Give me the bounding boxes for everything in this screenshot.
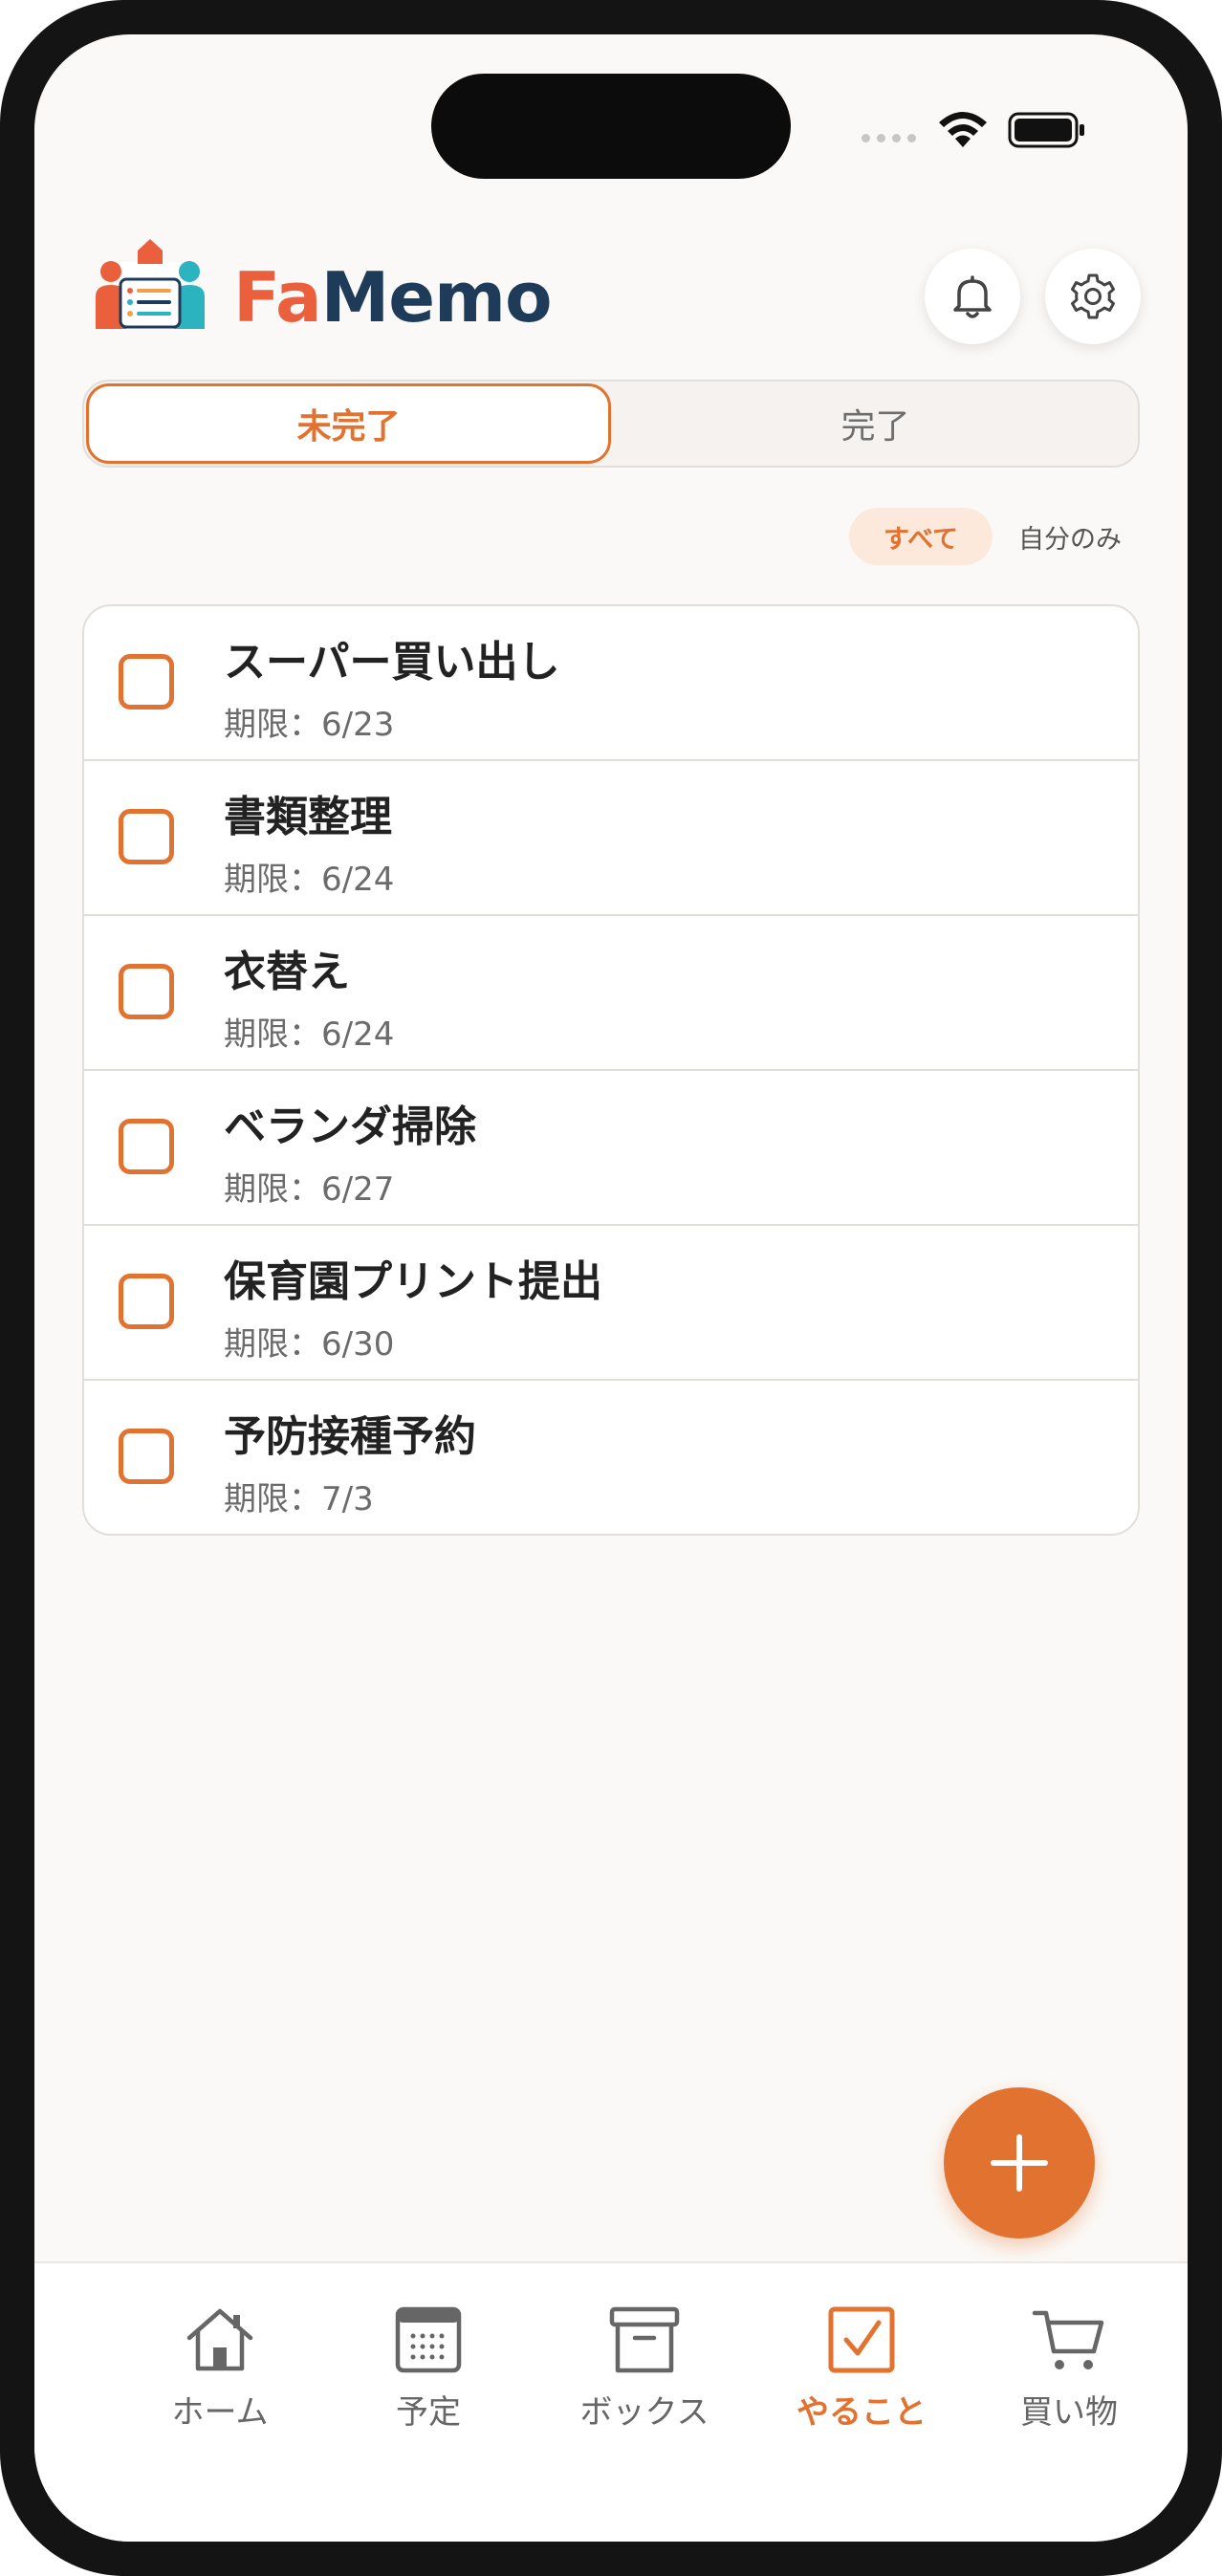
cart-icon — [1032, 2310, 1104, 2369]
task-due-date: 期限：6/24 — [224, 1015, 395, 1054]
tab-todo-label: やること — [796, 2393, 927, 2432]
settings-button[interactable] — [1045, 249, 1141, 344]
task-checkbox[interactable] — [119, 809, 174, 864]
app-brand-name: FaMemo — [233, 254, 553, 340]
task-row[interactable]: スーパー買い出し 期限：6/23 — [84, 606, 1138, 759]
task-checkbox[interactable] — [119, 1119, 174, 1174]
task-title: 予防接種予約 — [224, 1412, 476, 1461]
task-checkbox[interactable] — [119, 1429, 174, 1484]
add-task-button[interactable] — [944, 2087, 1095, 2238]
task-due-date: 期限：6/24 — [224, 861, 395, 899]
checkbox-icon — [828, 2306, 895, 2373]
battery-icon — [1008, 112, 1084, 148]
calendar-icon — [395, 2306, 462, 2373]
brand-memo: Memo — [320, 257, 553, 338]
task-title: スーパー買い出し — [224, 638, 560, 687]
tab-schedule-label: 予定 — [396, 2393, 461, 2432]
tab-schedule[interactable]: 予定 — [338, 2302, 519, 2445]
task-due-date: 期限：6/27 — [224, 1170, 395, 1209]
task-row[interactable]: 保育園プリント提出 期限：6/30 — [84, 1224, 1138, 1379]
brand-fa: Fa — [233, 257, 322, 338]
task-row[interactable]: 書類整理 期限：6/24 — [84, 759, 1138, 914]
device-frame: FaMemo 未完了 完了 すべて 自分のみ スーパー買い出し 期限：6/23 … — [0, 0, 1222, 2576]
task-list: スーパー買い出し 期限：6/23 書類整理 期限：6/24 衣替え 期限：6/2… — [82, 604, 1140, 1536]
tab-shopping-label: 買い物 — [1020, 2393, 1118, 2432]
tab-todo[interactable]: やること — [771, 2302, 952, 2445]
cellular-signal-icon — [862, 134, 916, 142]
box-icon — [609, 2306, 680, 2373]
famemo-logo-icon — [96, 239, 205, 329]
plus-icon — [991, 2134, 1048, 2192]
tab-incomplete[interactable]: 未完了 — [86, 383, 611, 464]
app-screen: FaMemo 未完了 完了 すべて 自分のみ スーパー買い出し 期限：6/23 … — [34, 34, 1188, 2542]
task-title: 保育園プリント提出 — [224, 1257, 602, 1306]
home-icon — [186, 2308, 253, 2371]
task-row[interactable]: 衣替え 期限：6/24 — [84, 914, 1138, 1069]
task-row[interactable]: 予防接種予約 期限：7/3 — [84, 1379, 1138, 1534]
tab-complete[interactable]: 完了 — [613, 383, 1138, 464]
filter-all-chip[interactable]: すべて — [849, 508, 993, 565]
task-title: 衣替え — [224, 948, 350, 996]
task-row[interactable]: ベランダ掃除 期限：6/27 — [84, 1069, 1138, 1224]
task-title: 書類整理 — [224, 793, 392, 841]
task-checkbox[interactable] — [119, 964, 174, 1019]
status-segmented-control: 未完了 完了 — [82, 380, 1140, 468]
wifi-icon — [939, 112, 987, 147]
task-checkbox[interactable] — [119, 654, 174, 709]
filter-self-only-chip[interactable]: 自分のみ — [1008, 508, 1132, 565]
dynamic-island — [431, 74, 791, 179]
tab-box[interactable]: ボックス — [554, 2302, 735, 2445]
task-due-date: 期限：6/23 — [224, 706, 395, 744]
gear-icon — [1071, 273, 1115, 319]
notifications-button[interactable] — [925, 249, 1020, 344]
tab-shopping[interactable]: 買い物 — [978, 2302, 1160, 2445]
bell-icon — [953, 275, 992, 318]
bottom-tab-bar: ホーム 予定 ボックス やること 買い物 — [34, 2261, 1188, 2542]
tab-box-label: ボックス — [579, 2393, 709, 2432]
task-title: ベランダ掃除 — [224, 1102, 476, 1151]
task-due-date: 期限：6/30 — [224, 1325, 395, 1364]
task-due-date: 期限：7/3 — [224, 1480, 374, 1518]
tab-home-label: ホーム — [171, 2393, 269, 2432]
tab-home[interactable]: ホーム — [129, 2302, 311, 2445]
task-checkbox[interactable] — [119, 1274, 174, 1329]
